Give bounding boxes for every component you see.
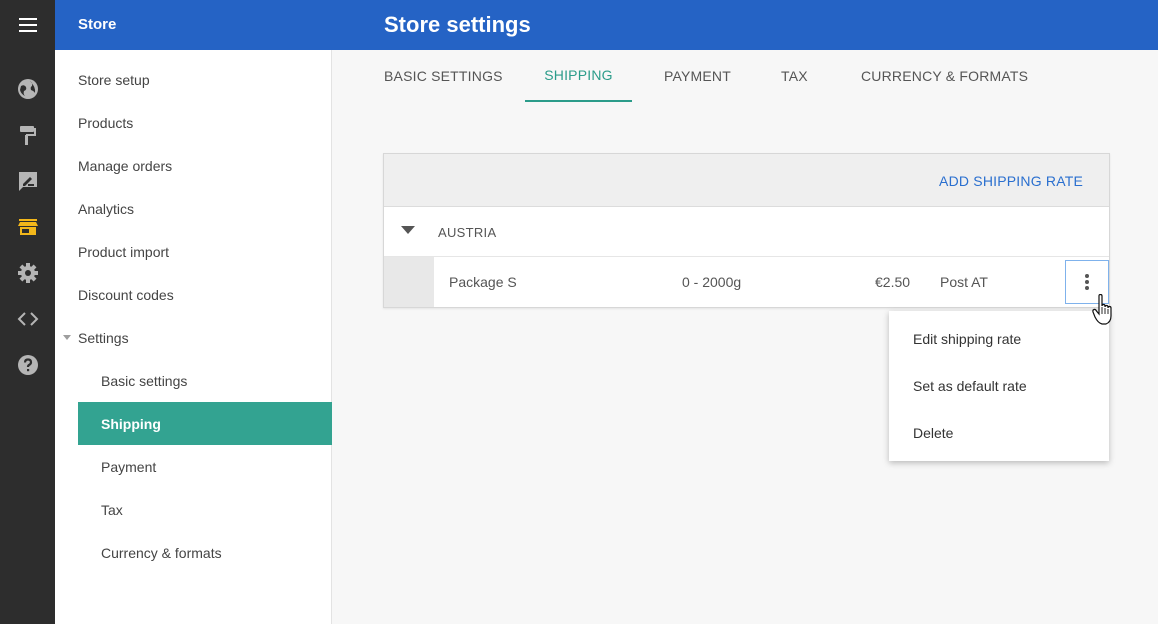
tab-basic-settings[interactable]: BASIC SETTINGS: [384, 50, 503, 102]
sidebar-item-analytics[interactable]: Analytics: [55, 187, 332, 230]
collapse-triangle-icon[interactable]: [401, 226, 415, 234]
sidebar-subitem-payment[interactable]: Payment: [55, 445, 332, 488]
settings-sidebar: Store setup Products Manage orders Analy…: [55, 50, 332, 624]
shipping-rates-card: ADD SHIPPING RATE AUSTRIA Package S 0 - …: [383, 153, 1110, 308]
hamburger-icon: [18, 18, 37, 32]
sidebar-item-store-setup[interactable]: Store setup: [55, 58, 332, 101]
sidebar-item-label: Settings: [78, 329, 129, 346]
more-vertical-icon: [1085, 274, 1089, 290]
sidebar-subitem-basic-settings[interactable]: Basic settings: [55, 359, 332, 402]
tab-currency-formats[interactable]: CURRENCY & FORMATS: [861, 50, 1028, 102]
sidebar-item-discount-codes[interactable]: Discount codes: [55, 273, 332, 316]
code-icon[interactable]: [17, 308, 39, 330]
sidebar-item-manage-orders[interactable]: Manage orders: [55, 144, 332, 187]
row-gutter: [384, 257, 434, 307]
sidebar-subitem-tax[interactable]: Tax: [55, 488, 332, 531]
page-title: Store settings: [384, 12, 531, 37]
rate-weight-range: 0 - 2000g: [682, 274, 742, 290]
sidebar-subitem-currency-formats[interactable]: Currency & formats: [55, 531, 332, 574]
sidebar-item-products[interactable]: Products: [55, 101, 332, 144]
store-title: Store: [78, 16, 117, 33]
icon-rail: [0, 50, 55, 624]
rate-price: €2.50: [875, 274, 911, 290]
rate-context-menu: Edit shipping rate Set as default rate D…: [889, 311, 1109, 461]
edit-icon[interactable]: [17, 170, 39, 192]
sidebar-item-settings[interactable]: Settings: [55, 316, 332, 359]
caret-down-icon: [63, 335, 71, 340]
sidebar-subitem-shipping[interactable]: Shipping: [78, 402, 332, 445]
sidebar-item-product-import[interactable]: Product import: [55, 230, 332, 273]
rate-carrier: Post AT: [940, 274, 988, 290]
top-bar: Store Store settings: [0, 0, 1158, 50]
shipping-rate-row[interactable]: Package S 0 - 2000g €2.50 Post AT: [384, 257, 1109, 307]
globe-icon[interactable]: [17, 78, 39, 100]
shipping-zone-row: AUSTRIA: [384, 207, 1109, 257]
shipping-zone-name: AUSTRIA: [438, 225, 497, 240]
gear-icon[interactable]: [17, 262, 39, 284]
menu-item-edit-shipping-rate[interactable]: Edit shipping rate: [889, 315, 1109, 362]
tab-payment[interactable]: PAYMENT: [664, 50, 731, 102]
store-icon[interactable]: [17, 216, 39, 238]
rate-name: Package S: [449, 274, 517, 290]
menu-item-set-default-rate[interactable]: Set as default rate: [889, 362, 1109, 409]
add-shipping-rate-button[interactable]: ADD SHIPPING RATE: [939, 173, 1083, 189]
hamburger-menu-button[interactable]: [0, 0, 55, 50]
card-header: ADD SHIPPING RATE: [384, 154, 1109, 207]
help-icon[interactable]: [17, 354, 39, 376]
menu-item-delete[interactable]: Delete: [889, 409, 1109, 456]
more-options-button[interactable]: [1065, 260, 1109, 304]
tab-tax[interactable]: TAX: [781, 50, 808, 102]
tab-shipping[interactable]: SHIPPING: [525, 50, 632, 102]
paint-roller-icon[interactable]: [17, 124, 39, 146]
